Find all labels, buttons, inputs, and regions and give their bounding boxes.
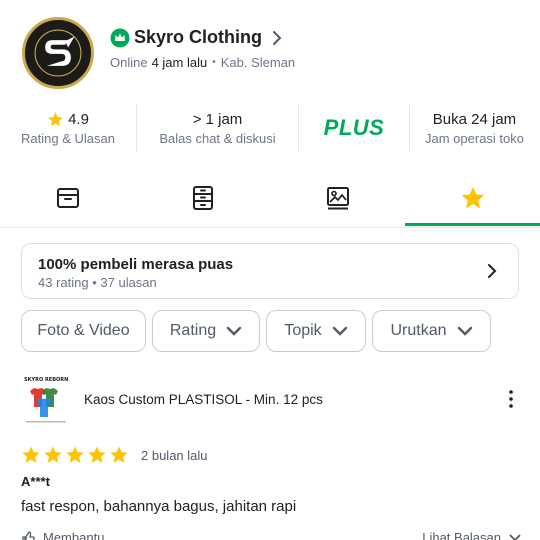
filter-photo-video[interactable]: Foto & Video: [21, 310, 146, 352]
star-icon: [88, 446, 106, 463]
thumbs-up-icon: [22, 530, 35, 540]
chevron-right-icon: [488, 264, 497, 278]
helpful-button[interactable]: Membantu: [21, 530, 104, 540]
chevron-down-icon: [226, 326, 242, 336]
stat-rating[interactable]: 4.9 Rating & Ulasan: [0, 100, 136, 156]
online-status: Online: [110, 55, 148, 70]
chevron-right-icon: [273, 30, 282, 45]
stat-plus[interactable]: PLUS: [299, 100, 409, 156]
chip-label: Topik: [284, 322, 322, 339]
stat-response[interactable]: > 1 jam Balas chat & diskusi: [137, 100, 298, 156]
power-merchant-badge-icon: [110, 28, 130, 47]
star-icon: [48, 111, 63, 126]
separator-dot: •: [212, 57, 216, 68]
rating-value: 4.9: [68, 110, 89, 128]
tabs-divider: [0, 227, 540, 228]
review-count: 37 ulasan: [100, 275, 157, 290]
more-options-icon[interactable]: [508, 389, 514, 409]
reply-label: Lihat Balasan: [422, 530, 501, 540]
chevron-down-icon: [509, 533, 521, 540]
review-text: fast respon, bahannya bagus, jahitan rap…: [21, 498, 297, 515]
shop-name: Skyro Clothing: [134, 27, 263, 47]
product-name: Kaos Custom PLASTISOL - Min. 12 pcs: [84, 392, 323, 407]
response-label: Balas chat & diskusi: [159, 130, 276, 146]
review-actions: Membantu Lihat Balasan: [21, 530, 521, 540]
shop-location: Kab. Sleman: [220, 55, 296, 70]
svg-text:SKYRO REBORN: SKYRO REBORN: [24, 377, 68, 383]
chevron-down-icon: [332, 326, 347, 336]
tab-gallery[interactable]: [270, 168, 405, 228]
hours-value: Buka 24 jam: [432, 110, 517, 128]
shop-tabs: [0, 168, 540, 228]
review-time: 2 bulan lalu: [141, 447, 208, 463]
tab-shop[interactable]: [0, 168, 135, 228]
response-value: > 1 jam: [192, 110, 243, 128]
product-image: SKYRO REBORN: [24, 377, 68, 423]
skyro-logo-icon: [26, 21, 90, 85]
summary-title: 100% pembeli merasa puas: [38, 256, 234, 273]
tab-catalog[interactable]: [135, 168, 270, 228]
shop-logo[interactable]: [22, 17, 94, 89]
gallery-icon: [326, 187, 349, 210]
helpful-label: Membantu: [43, 530, 105, 540]
shop-name-row[interactable]: Skyro Clothing: [110, 27, 284, 48]
product-thumbnail[interactable]: SKYRO REBORN: [20, 373, 72, 427]
star-icon: [44, 446, 62, 463]
shop-icon: [56, 188, 79, 208]
reviewer-name: A***t: [21, 474, 50, 489]
chip-label: Rating: [169, 322, 217, 339]
satisfaction-summary[interactable]: 100% pembeli merasa puas 43 rating • 37 …: [21, 243, 519, 299]
hours-label: Jam operasi toko: [425, 130, 524, 146]
review-rating: 2 bulan lalu: [21, 445, 208, 465]
star-icon: [66, 446, 84, 463]
chip-label: Foto & Video: [37, 322, 130, 339]
star-icon: [461, 186, 484, 209]
shop-stats: 4.9 Rating & Ulasan > 1 jam Balas chat &…: [0, 100, 540, 156]
review-product[interactable]: SKYRO REBORN Kaos Custom PLASTISOL - Min…: [20, 373, 520, 427]
view-reply-button[interactable]: Lihat Balasan: [422, 530, 521, 540]
shop-meta: Online 4 jam lalu • Kab. Sleman: [110, 55, 295, 70]
filter-sort[interactable]: Urutkan: [372, 310, 491, 352]
chevron-down-icon: [457, 326, 472, 336]
catalog-icon: [192, 186, 213, 210]
filter-chips: Foto & Video Rating Topik Urutkan: [21, 310, 540, 352]
stat-hours[interactable]: Buka 24 jam Jam operasi toko: [410, 100, 539, 156]
star-icon: [22, 446, 40, 463]
shop-header: Skyro Clothing Online 4 jam lalu • Kab. …: [0, 0, 540, 100]
tab-reviews[interactable]: [405, 168, 540, 228]
filter-rating[interactable]: Rating: [152, 310, 260, 352]
rating-label: Rating & Ulasan: [21, 130, 115, 146]
chip-label: Urutkan: [390, 322, 447, 339]
filter-topic[interactable]: Topik: [266, 310, 366, 352]
summary-counts: 43 rating • 37 ulasan: [38, 275, 157, 290]
star-icon: [110, 446, 128, 463]
last-online-time: 4 jam lalu: [151, 55, 208, 70]
rating-count: 43 rating: [38, 275, 89, 290]
plus-badge: PLUS: [323, 115, 385, 140]
